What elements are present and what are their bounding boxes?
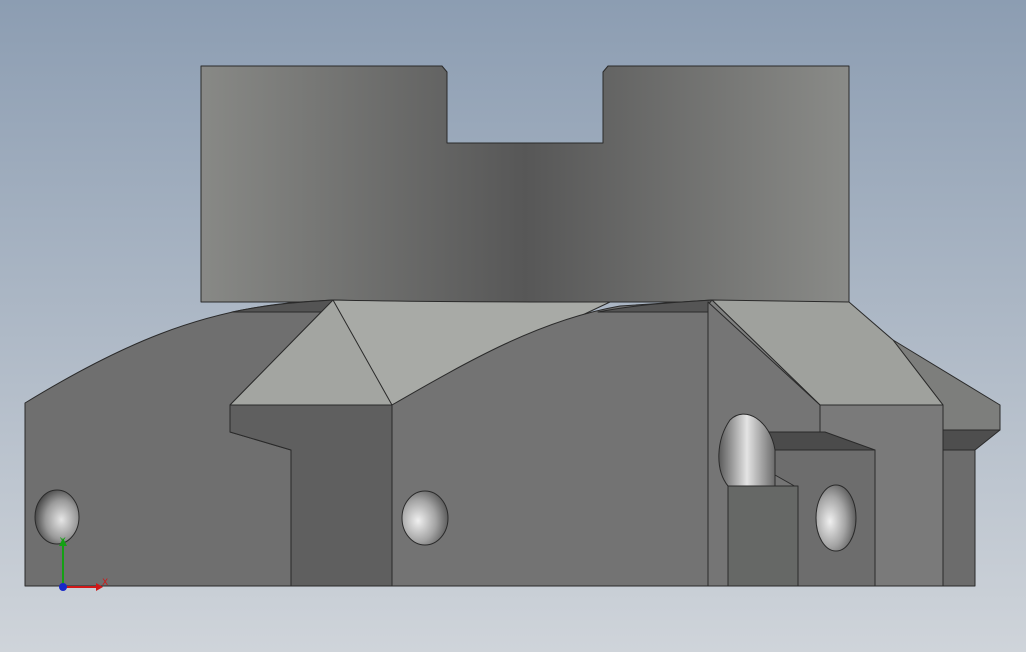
- screw-hole-middle[interactable]: [401, 490, 449, 546]
- right-flange-side: [942, 449, 976, 587]
- screw-hole-right[interactable]: [815, 484, 857, 552]
- triad-y-label: Y: [59, 537, 66, 547]
- triad-z-axis: [59, 583, 67, 591]
- triad-x-label: X: [102, 578, 108, 588]
- cad-graphics-viewport[interactable]: X Y: [0, 0, 1026, 652]
- cad-model-svg[interactable]: X Y: [0, 0, 1026, 652]
- coolant-channel-slot: [727, 485, 799, 587]
- screw-hole-left[interactable]: [34, 489, 80, 545]
